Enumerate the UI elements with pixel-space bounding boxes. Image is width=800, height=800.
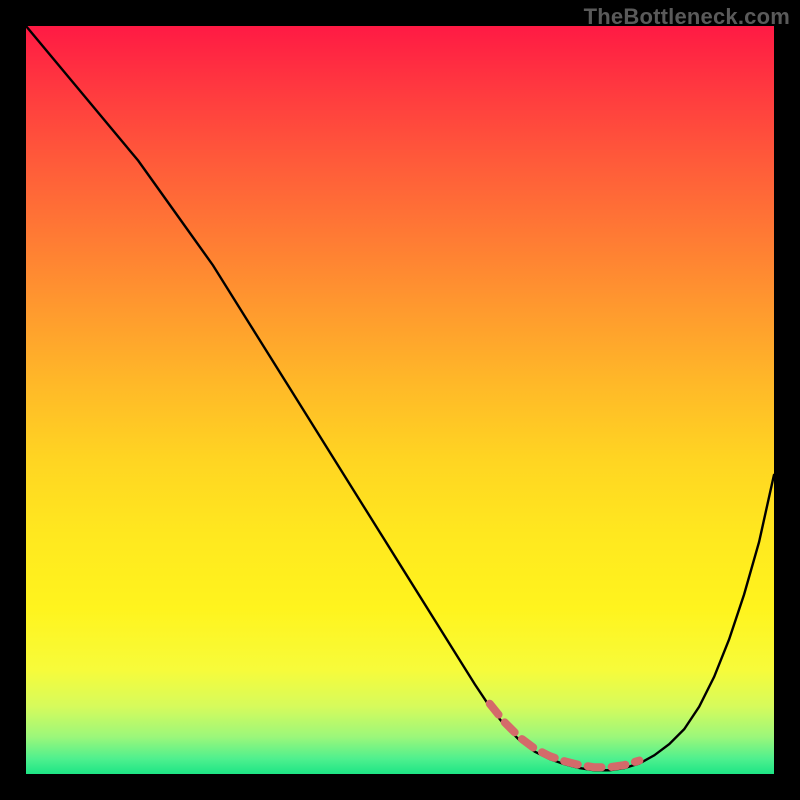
bottleneck-curve (26, 26, 774, 770)
optimal-range-marker (490, 704, 640, 768)
chart-svg (26, 26, 774, 774)
chart-container: TheBottleneck.com (0, 0, 800, 800)
plot-area (26, 26, 774, 774)
watermark-text: TheBottleneck.com (584, 4, 790, 30)
